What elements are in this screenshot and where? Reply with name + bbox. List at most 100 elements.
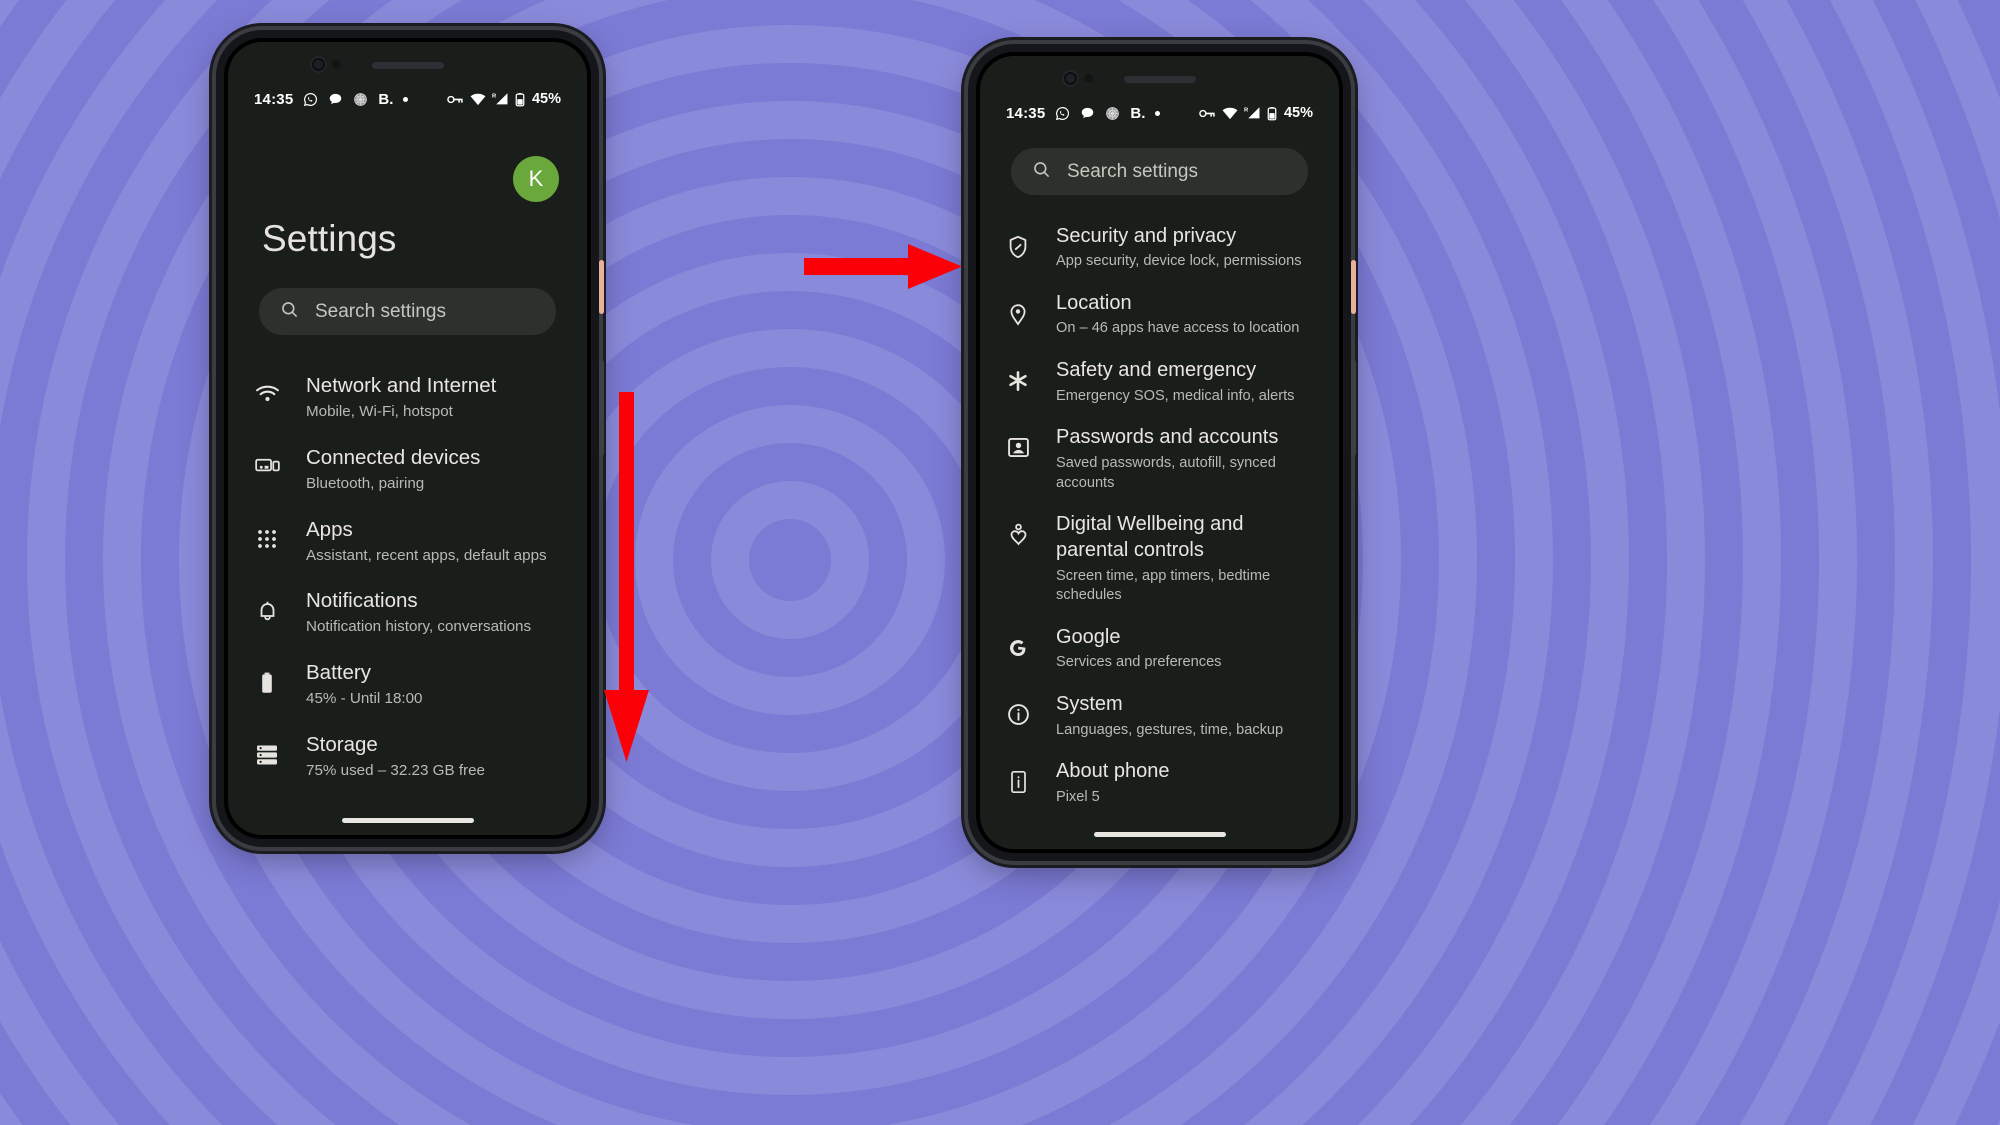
search-placeholder-right: Search settings xyxy=(1067,160,1198,182)
row-subtitle: Bluetooth, pairing xyxy=(306,474,425,492)
asterisk-icon xyxy=(980,358,1056,393)
row-title: Security and privacy xyxy=(1056,224,1237,247)
shield-icon xyxy=(980,224,1056,259)
avatar[interactable]: K xyxy=(513,156,559,202)
settings-row-about-phone[interactable]: About phone Pixel 5 xyxy=(980,750,1339,817)
row-title: Location xyxy=(1056,291,1132,314)
search-placeholder-left: Search settings xyxy=(315,300,446,322)
b-letter-icon: B. xyxy=(378,90,394,108)
page-title: Settings xyxy=(262,218,397,259)
row-subtitle: 45% - Until 18:00 xyxy=(306,690,423,708)
power-button-right[interactable] xyxy=(1351,260,1356,314)
settings-row-battery[interactable]: Battery 45% - Until 18:00 xyxy=(228,649,587,721)
globe-icon xyxy=(353,92,368,107)
row-subtitle: Screen time, app timers, bedtime schedul… xyxy=(1056,567,1271,604)
power-button-left[interactable] xyxy=(599,260,604,314)
account-card-icon xyxy=(980,425,1056,459)
settings-row-location[interactable]: Location On – 46 apps have access to loc… xyxy=(980,281,1339,348)
svg-text:R: R xyxy=(492,93,497,99)
battery-icon xyxy=(515,92,525,107)
settings-row-system[interactable]: System Languages, gestures, time, backup xyxy=(980,683,1339,750)
phone-right-device: 14:35 B. R 45% Search settings Security … xyxy=(968,44,1356,861)
wifi-icon xyxy=(228,373,306,404)
front-camera-icon xyxy=(1062,70,1079,87)
settings-row-network-and-internet[interactable]: Network and Internet Mobile, Wi-Fi, hots… xyxy=(228,362,587,434)
storage-icon xyxy=(228,732,306,765)
settings-row-digital-wellbeing[interactable]: Digital Wellbeing and parental controls … xyxy=(980,503,1339,616)
home-gesture-bar-left[interactable] xyxy=(341,818,474,823)
row-title: Google xyxy=(1056,625,1121,648)
settings-row-connected-devices[interactable]: Connected devices Bluetooth, pairing xyxy=(228,434,587,506)
settings-list-left: Network and Internet Mobile, Wi-Fi, hots… xyxy=(228,362,587,793)
b-letter-icon: B. xyxy=(1130,104,1146,122)
row-title: Storage xyxy=(306,732,378,756)
phone-left-screen: 14:35 B. R 45% K Settings Search setting… xyxy=(228,42,587,835)
row-title: Connected devices xyxy=(306,445,481,469)
row-title: Network and Internet xyxy=(306,374,497,397)
settings-row-notifications[interactable]: Notifications Notification history, conv… xyxy=(228,577,587,649)
phone-right-bezel: 14:35 B. R 45% Search settings Security … xyxy=(976,52,1343,853)
status-time: 14:35 xyxy=(254,90,294,108)
wellbeing-heart-icon xyxy=(980,512,1056,549)
search-settings-bar-left[interactable]: Search settings xyxy=(259,288,556,335)
search-settings-bar-right[interactable]: Search settings xyxy=(1011,148,1308,195)
earpiece-speaker xyxy=(371,62,444,69)
sensor-icon xyxy=(332,60,341,69)
earpiece-speaker xyxy=(1123,76,1196,83)
whatsapp-icon xyxy=(303,92,318,107)
phone-left-bezel: 14:35 B. R 45% K Settings Search setting… xyxy=(224,38,591,839)
settings-row-safety-and-emergency[interactable]: Safety and emergency Emergency SOS, medi… xyxy=(980,349,1339,416)
home-gesture-bar-right[interactable] xyxy=(1093,832,1226,837)
dot-icon xyxy=(403,96,409,102)
settings-row-security-and-privacy[interactable]: Security and privacy App security, devic… xyxy=(980,214,1339,281)
row-subtitle: Services and preferences xyxy=(1056,654,1222,671)
bell-icon xyxy=(228,588,306,623)
chat-bubble-icon xyxy=(1080,106,1095,121)
sensor-icon xyxy=(1084,74,1093,83)
phone-left-device: 14:35 B. R 45% K Settings Search setting… xyxy=(216,30,604,847)
row-title: Notifications xyxy=(306,589,418,613)
row-title: System xyxy=(1056,693,1123,716)
front-camera-icon xyxy=(310,56,327,73)
row-subtitle: App security, device lock, permissions xyxy=(1056,253,1302,270)
settings-content-left: K Settings Search settings Network and I… xyxy=(228,112,587,835)
location-pin-icon xyxy=(980,291,1056,326)
row-subtitle: Languages, gestures, time, backup xyxy=(1056,721,1284,738)
phone-right-screen: 14:35 B. R 45% Search settings Security … xyxy=(980,56,1339,849)
dot-icon xyxy=(1155,110,1161,116)
battery-icon xyxy=(228,660,306,695)
signal-roaming-icon: R xyxy=(1244,106,1261,120)
signal-roaming-icon: R xyxy=(492,92,509,106)
row-title: Battery xyxy=(306,661,371,684)
row-subtitle: On – 46 apps have access to location xyxy=(1056,320,1300,337)
row-subtitle: Emergency SOS, medical info, alerts xyxy=(1056,387,1295,404)
search-icon xyxy=(280,300,299,324)
connected-devices-icon xyxy=(228,445,306,476)
battery-percent: 45% xyxy=(1283,105,1313,121)
svg-text:R: R xyxy=(1244,107,1249,113)
settings-row-apps[interactable]: Apps Assistant, recent apps, default app… xyxy=(228,506,587,578)
key-icon xyxy=(1199,107,1216,120)
settings-list-right: Security and privacy App security, devic… xyxy=(980,214,1339,817)
settings-row-passwords-and-accounts[interactable]: Passwords and accounts Saved passwords, … xyxy=(980,416,1339,503)
apps-grid-icon xyxy=(228,517,306,550)
row-title: Apps xyxy=(306,517,353,541)
row-title: Safety and emergency xyxy=(1056,359,1257,382)
volume-button-right[interactable] xyxy=(1351,360,1356,456)
status-bar-right: 14:35 B. R 45% xyxy=(980,100,1339,126)
wifi-icon xyxy=(1222,107,1238,120)
key-icon xyxy=(447,93,464,106)
globe-icon xyxy=(1105,106,1120,121)
wifi-icon xyxy=(470,93,486,106)
search-icon xyxy=(1032,160,1051,184)
settings-content-right: Search settings Security and privacy App… xyxy=(980,126,1339,849)
scroll-target-arrow xyxy=(804,244,962,289)
settings-row-google[interactable]: Google Services and preferences xyxy=(980,615,1339,682)
chat-bubble-icon xyxy=(328,92,343,107)
row-title: Passwords and accounts xyxy=(1056,426,1279,449)
status-time: 14:35 xyxy=(1006,104,1046,122)
row-subtitle: Mobile, Wi-Fi, hotspot xyxy=(306,403,453,421)
settings-row-storage[interactable]: Storage 75% used – 32.23 GB free xyxy=(228,721,587,793)
scroll-down-arrow xyxy=(604,392,649,762)
row-subtitle: Notification history, conversations xyxy=(306,618,532,636)
